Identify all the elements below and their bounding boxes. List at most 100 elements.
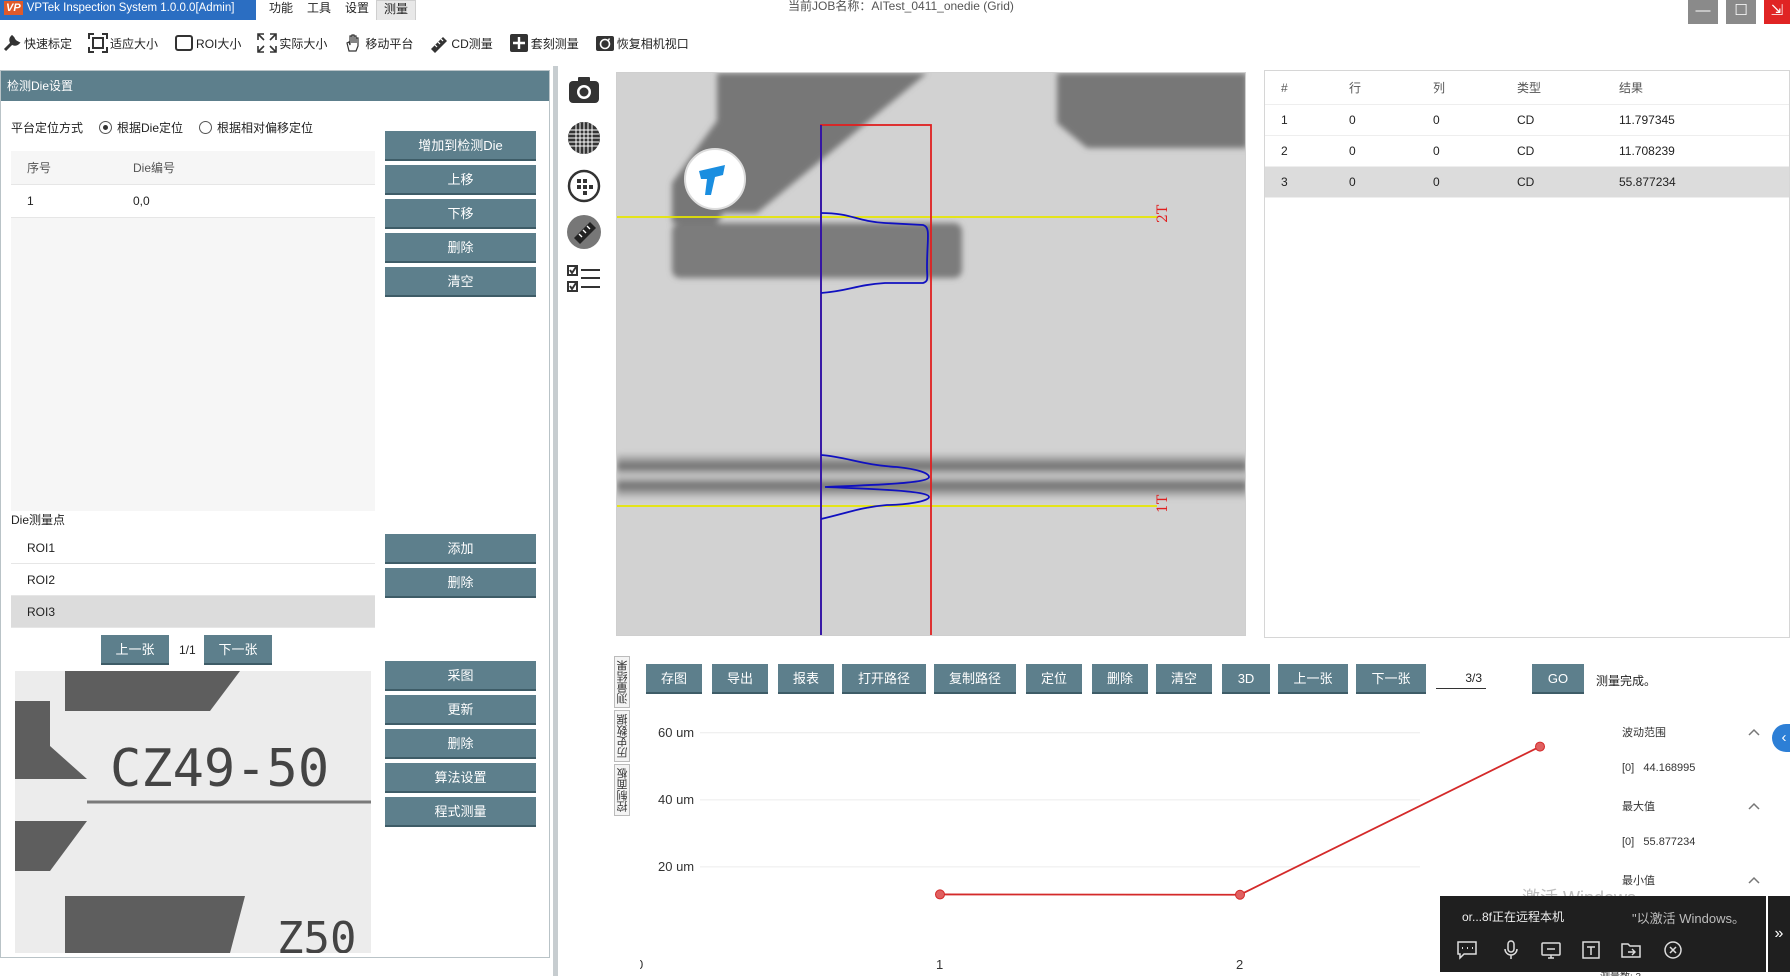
- close-icon[interactable]: [1662, 940, 1684, 960]
- column-header-number: #: [1281, 80, 1288, 95]
- roi-list: ROI1 ROI2 ROI3: [11, 532, 375, 628]
- app-title: VPTek Inspection System 1.0.0.0[Admin]: [26, 2, 235, 14]
- delete-die-button[interactable]: 删除: [385, 233, 536, 263]
- algorithm-settings-button[interactable]: 算法设置: [385, 763, 536, 793]
- delete-result-button[interactable]: 删除: [1092, 664, 1148, 694]
- prev-result-button[interactable]: 上一张: [1278, 664, 1348, 694]
- roi-label-bottom: 1T: [1155, 494, 1171, 513]
- program-measure-button[interactable]: 程式测量: [385, 797, 536, 827]
- status-message: 测量完成。: [1596, 674, 1657, 688]
- x-tick-label: 2: [1236, 957, 1243, 972]
- chat-icon[interactable]: [1456, 940, 1478, 960]
- toolbar: 快速标定 适应大小 ROI大小 实际大小 移动平台 CD测量 套刻测量 恢复相机…: [0, 28, 1790, 58]
- table-row[interactable]: 2 0 0 CD 11.708239: [1265, 136, 1789, 167]
- prev-image-button[interactable]: 上一张: [101, 635, 169, 665]
- positioning-mode: 平台定位方式 根据Die定位 根据相对偏移定位: [11, 119, 313, 136]
- update-button[interactable]: 更新: [385, 695, 536, 725]
- table-row[interactable]: 1 0 0 CD 11.797345: [1265, 105, 1789, 136]
- 3d-button[interactable]: 3D: [1222, 664, 1270, 694]
- clear-results-button[interactable]: 清空: [1156, 664, 1212, 694]
- report-button[interactable]: 报表: [778, 664, 834, 694]
- radio-die-position[interactable]: 根据Die定位: [99, 119, 183, 136]
- screen-share-icon[interactable]: [1540, 940, 1562, 960]
- cell-col: 0: [1433, 113, 1440, 127]
- quick-calibrate-button[interactable]: 快速标定: [2, 33, 72, 53]
- cell-type: CD: [1517, 144, 1535, 158]
- title-bar: VP VPTek Inspection System 1.0.0.0[Admin]…: [0, 0, 1790, 24]
- next-image-button[interactable]: 下一张: [204, 635, 272, 665]
- range-index: [0]: [1622, 762, 1635, 774]
- chevron-right-double-icon[interactable]: »: [1768, 896, 1790, 972]
- delete-roi-button[interactable]: 删除: [385, 568, 536, 598]
- thumb-die-label-2: Z50: [277, 913, 356, 953]
- tab-control-panel[interactable]: 控制面板: [614, 764, 630, 816]
- menu-function[interactable]: 功能: [262, 0, 300, 20]
- data-point: [1235, 889, 1245, 900]
- results-table: # 行 列 类型 结果 1 0 0 CD 11.797345 2 0 0 CD …: [1264, 70, 1790, 638]
- text-box-icon[interactable]: [1580, 940, 1602, 960]
- maximize-button[interactable]: ☐: [1726, 0, 1756, 24]
- save-image-button[interactable]: 存图: [646, 664, 702, 694]
- plus-box-icon: [509, 33, 529, 53]
- radio-label: 根据相对偏移定位: [217, 121, 314, 135]
- measure-tool-icon[interactable]: [566, 214, 602, 250]
- roi-size-icon: [174, 33, 194, 53]
- checklist-icon[interactable]: [566, 262, 602, 298]
- move-stage-button[interactable]: 移动平台: [343, 33, 413, 53]
- camera-icon[interactable]: [566, 72, 602, 108]
- minimize-button[interactable]: —: [1688, 0, 1718, 24]
- app-logo: VP: [4, 1, 23, 15]
- result-page-input[interactable]: 3/3: [1436, 668, 1486, 689]
- grid-icon[interactable]: [566, 120, 602, 156]
- chevron-up-icon[interactable]: [1748, 876, 1760, 884]
- target-grid-icon[interactable]: [566, 168, 602, 204]
- capture-image-button[interactable]: 采图: [385, 661, 536, 691]
- tool-label: 恢复相机视口: [616, 36, 689, 51]
- roi-size-button[interactable]: ROI大小: [174, 33, 241, 53]
- panel-splitter[interactable]: [553, 66, 558, 976]
- move-up-button[interactable]: 上移: [385, 165, 536, 195]
- cell-result: 55.877234: [1619, 175, 1676, 189]
- chevron-up-icon[interactable]: [1748, 728, 1760, 736]
- cd-measure-button[interactable]: CD测量: [429, 33, 493, 53]
- microphone-icon[interactable]: [1500, 940, 1522, 960]
- list-item-roi2[interactable]: ROI2: [11, 564, 375, 596]
- die-measure-points-label: Die测量点: [11, 513, 66, 527]
- open-path-button[interactable]: 打开路径: [842, 664, 926, 694]
- menu-tools[interactable]: 工具: [300, 0, 338, 20]
- tab-history-data[interactable]: 历史数据: [614, 710, 630, 762]
- radio-relative-offset[interactable]: 根据相对偏移定位: [199, 119, 313, 136]
- list-item-roi1[interactable]: ROI1: [11, 532, 375, 564]
- add-roi-button[interactable]: 添加: [385, 534, 536, 564]
- cell-number: 1: [1281, 113, 1288, 127]
- tool-label: 适应大小: [110, 36, 159, 51]
- actual-size-button[interactable]: 实际大小: [257, 33, 327, 53]
- delete-image-button[interactable]: 删除: [385, 729, 536, 759]
- tab-measure-results[interactable]: 测量结果: [614, 656, 630, 708]
- cell-result: 11.797345: [1619, 113, 1675, 127]
- go-button[interactable]: GO: [1532, 664, 1584, 694]
- table-row[interactable]: 1 0,0: [11, 185, 375, 218]
- next-result-button[interactable]: 下一张: [1356, 664, 1426, 694]
- fit-size-button[interactable]: 适应大小: [88, 33, 158, 53]
- copy-path-button[interactable]: 复制路径: [934, 664, 1016, 694]
- list-item-roi3[interactable]: ROI3: [11, 596, 375, 628]
- tool-label: 移动平台: [365, 36, 414, 51]
- export-button[interactable]: 导出: [712, 664, 768, 694]
- move-down-button[interactable]: 下移: [385, 199, 536, 229]
- folder-transfer-icon[interactable]: [1620, 940, 1642, 960]
- cell-die-id: 0,0: [133, 194, 150, 208]
- exit-button[interactable]: ⇲: [1764, 0, 1790, 24]
- menu-settings[interactable]: 设置: [338, 0, 376, 20]
- restore-camera-view-button[interactable]: 恢复相机视口: [595, 33, 689, 53]
- overlay-measure-button[interactable]: 套刻测量: [509, 33, 579, 53]
- table-row[interactable]: 3 0 0 CD 55.877234: [1265, 167, 1789, 198]
- inspection-image-view[interactable]: 2T 1T: [616, 72, 1246, 636]
- chevron-up-icon[interactable]: [1748, 802, 1760, 810]
- trend-chart-svg: 20 um 40 um 60 um 0 1 2: [636, 725, 1545, 972]
- cell-number: 2: [1281, 144, 1288, 158]
- menu-measure[interactable]: 测量: [376, 0, 417, 20]
- clear-die-button[interactable]: 清空: [385, 267, 536, 297]
- add-to-inspection-die-button[interactable]: 增加到检测Die: [385, 131, 536, 161]
- locate-button[interactable]: 定位: [1026, 664, 1082, 694]
